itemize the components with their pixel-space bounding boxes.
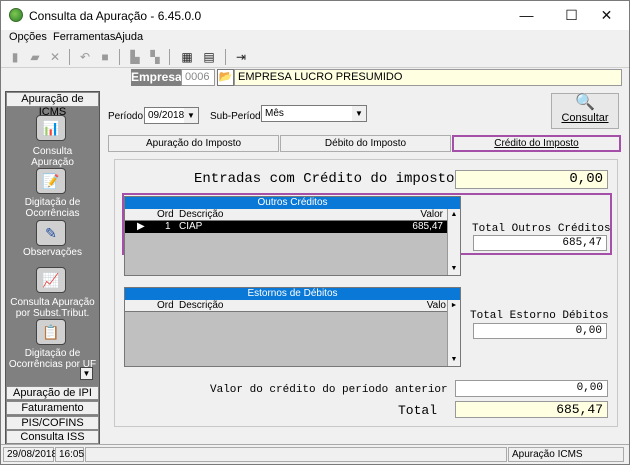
total-estorno-debitos-field: 0,00 [473,323,607,339]
sidebar-item-observacoes[interactable]: Observações [6,247,99,258]
estornos-debitos-title: Estornos de Débitos [125,288,460,300]
status-date: 29/08/2018 [3,447,57,462]
tab-credito-imposto[interactable]: Crédito do Imposto [452,135,621,152]
outros-creditos-header: Ord Descrição Valor [125,209,447,221]
sidebar-category-consulta-iss[interactable]: Consulta ISS [6,430,99,444]
total-field: 685,47 [455,401,608,418]
menu-bar: Opções Ferramentas Ajuda [1,30,629,46]
entradas-value-field: 0,00 [455,170,608,189]
new-icon[interactable]: ▮ [7,49,23,65]
credito-anterior-label: Valor do crédito do período anterior [210,384,448,396]
periodo-label: Período [108,111,144,122]
empresa-label: Empresa [131,69,182,86]
col-descricao[interactable]: Descrição [179,300,223,311]
outros-creditos-title: Outros Créditos [125,197,460,209]
exit-icon[interactable]: ⇥ [233,49,249,65]
note-icon[interactable]: ✎ [36,220,66,246]
scroll-up-icon[interactable]: ▲ [448,209,460,221]
table-row[interactable]: ▶ 1 CIAP 685,47 [125,221,447,233]
sidebar-item-digitacao-ocorrencias[interactable]: Digitação de Ocorrências [6,197,99,219]
col-descricao[interactable]: Descrição [179,209,223,220]
main-window: Consulta da Apuração - 6.45.0.0 — ☐ ✕ Op… [0,0,630,465]
sidebar-category-pis-cofins[interactable]: PIS/COFINS [6,416,99,430]
col-ord[interactable]: Ord [157,300,174,311]
estornos-debitos-scrollbar[interactable]: ► ▼ [447,300,460,366]
total-label: Total [398,403,438,418]
total-outros-creditos-label: Total Outros Créditos [472,223,611,235]
row-pointer-icon: ▶ [137,221,145,232]
empresa-name-field: EMPRESA LUCRO PRESUMIDO [234,69,622,86]
window-title: Consulta da Apuração - 6.45.0.0 [29,9,202,23]
periodo-select[interactable]: 09/2018 ▼ [144,107,199,124]
outros-creditos-scrollbar[interactable]: ▲ ▼ [447,209,460,275]
sidebar-category-ipi[interactable]: Apuração de IPI [6,386,99,400]
status-time: 16:05 [55,447,84,462]
chevron-down-icon[interactable]: ▼ [184,108,198,123]
total-outros-creditos-field: 685,47 [473,235,607,251]
close-button[interactable]: ✕ [584,1,629,30]
consultar-button[interactable]: 🔍 Consultar [551,93,619,129]
open-icon[interactable]: ▰ [27,49,43,65]
sidebar-item-consulta-apuracao[interactable]: Consulta Apuração [6,146,99,168]
col-valor[interactable]: Valor [420,209,443,220]
status-empty [85,447,507,462]
toolbar-separator [169,49,170,65]
sidebar-header[interactable]: Apuração de ICMS [6,92,99,118]
entradas-heading: Entradas com Crédito do imposto [194,171,455,187]
toolbar: ▮ ▰ ✕ ↶ ■ ▙ ▚ ▦ ▤ ⇥ [1,46,629,68]
chevron-down-icon[interactable]: ▼ [352,106,366,121]
print-icon[interactable]: ▙ [127,49,143,65]
outros-creditos-grid: Outros Créditos Ord Descrição Valor ▶ 1 … [124,196,461,276]
total-estorno-debitos-label: Total Estorno Débitos [470,310,609,322]
minimize-button[interactable]: — [504,1,549,30]
menu-ferramentas[interactable]: Ferramentas [53,31,115,43]
toolbar-separator [225,49,226,65]
folder-icon[interactable]: 📂 [217,69,234,86]
sidebar-item-consulta-apuracao-st[interactable]: Consulta Apuração por Subst.Tribut. [6,297,99,319]
credito-anterior-field[interactable]: 0,00 [455,380,608,397]
estornos-debitos-grid: Estornos de Débitos Ord Descrição Valo ►… [124,287,461,367]
col-ord[interactable]: Ord [157,209,174,220]
undo-icon[interactable]: ↶ [77,49,93,65]
st-document-icon[interactable]: 📋 [36,319,66,345]
sidebar-category-faturamento[interactable]: Faturamento [6,401,99,415]
menu-ajuda[interactable]: Ajuda [115,31,143,43]
tab-apuracao-imposto[interactable]: Apuração do Imposto [108,135,279,152]
scroll-right-icon[interactable]: ► [448,300,460,312]
delete-icon[interactable]: ✕ [47,49,63,65]
stop-icon[interactable]: ■ [97,49,113,65]
sped-icon[interactable]: ▤ [201,49,217,65]
toolbar-separator [69,49,70,65]
toolbar-separator [119,49,120,65]
calculator-icon[interactable]: ▦ [179,49,195,65]
title-bar: Consulta da Apuração - 6.45.0.0 — ☐ ✕ [1,1,629,30]
menu-opcoes[interactable]: Opções [9,31,47,43]
st-chart-icon[interactable]: 📈 [36,267,66,293]
subperiodo-label: Sub-Período [210,111,267,122]
status-module: Apuração ICMS [508,447,624,462]
chart-icon[interactable]: 📊 [36,115,66,141]
empresa-code-field[interactable]: 0006 [181,69,215,86]
search-chart-icon: 🔍 [575,94,595,111]
scroll-down-icon[interactable]: ▼ [448,263,460,275]
document-icon[interactable]: 📝 [36,168,66,194]
scroll-down-icon[interactable]: ▼ [448,354,460,366]
app-icon [9,8,23,22]
estornos-debitos-header: Ord Descrição Valo [125,300,460,312]
subperiodo-select[interactable]: Mês ▼ [261,105,367,122]
col-valor[interactable]: Valo [427,300,446,311]
tab-debito-imposto[interactable]: Débito do Imposto [280,135,451,152]
print-preview-icon[interactable]: ▚ [147,49,163,65]
sidebar-scroll-down-button[interactable]: ▼ [80,367,93,380]
